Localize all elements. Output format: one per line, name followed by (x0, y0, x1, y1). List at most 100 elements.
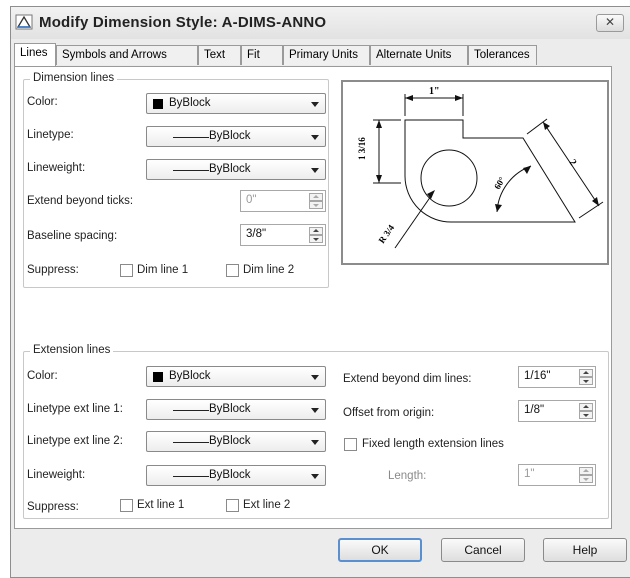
tab-alternate-units[interactable]: Alternate Units (370, 45, 468, 65)
color-swatch (153, 372, 163, 382)
lineweight-select[interactable]: ByBlock (146, 159, 326, 180)
fixed-length-label[interactable]: Fixed length extension lines (362, 438, 504, 450)
baseline-spacing-spinner[interactable]: 3/8" (240, 224, 326, 246)
ext-line-2-label[interactable]: Ext line 2 (243, 499, 290, 511)
tab-tolerances[interactable]: Tolerances (468, 45, 537, 65)
chevron-down-icon (311, 168, 319, 173)
spinner-buttons[interactable] (309, 227, 323, 243)
spin-up-icon[interactable] (309, 227, 323, 235)
group-title: Extension lines (30, 344, 114, 356)
spin-down-icon[interactable] (579, 411, 593, 419)
select-value: ByBlock (169, 370, 211, 382)
linetype-ext-line-2-label: Linetype ext line 2: (27, 435, 123, 447)
select-value: ByBlock (169, 97, 211, 109)
ext-line-1-label[interactable]: Ext line 1 (137, 499, 184, 511)
select-value: ByBlock (209, 469, 251, 481)
select-value: ByBlock (209, 163, 251, 175)
chevron-down-icon (311, 375, 319, 380)
close-button[interactable]: ✕ (596, 14, 624, 32)
linetype-ext-line-1-select[interactable]: ByBlock (146, 399, 326, 420)
ok-button[interactable]: OK (338, 538, 422, 562)
spin-down-icon (579, 475, 593, 483)
linetype-ext-line-1-label: Linetype ext line 1: (27, 403, 123, 415)
dim-line-2-checkbox[interactable] (226, 264, 239, 277)
group-title: Dimension lines (30, 72, 118, 84)
spinner-value: 1/8" (524, 404, 545, 416)
dimension-lines-group: Dimension lines Color: ByBlock Linetype:… (23, 72, 329, 288)
window-title: Modify Dimension Style: A-DIMS-ANNO (39, 14, 327, 31)
line-sample (173, 410, 209, 411)
extend-beyond-ticks-label: Extend beyond ticks: (27, 195, 134, 207)
lines-tab-panel: Dimension lines Color: ByBlock Linetype:… (14, 66, 612, 529)
tab-fit[interactable]: Fit (241, 45, 283, 65)
spin-up-icon (579, 467, 593, 475)
ext-lineweight-label: Lineweight: (27, 469, 86, 481)
spinner-buttons (579, 467, 593, 483)
spinner-value: 3/8" (246, 228, 267, 240)
suppress-label: Suppress: (27, 264, 79, 276)
line-sample (173, 442, 209, 443)
color-select[interactable]: ByBlock (146, 93, 326, 114)
ext-color-label: Color: (27, 370, 58, 382)
tab-lines[interactable]: Lines (14, 43, 56, 66)
spin-up-icon (309, 193, 323, 201)
extend-beyond-ticks-spinner: 0" (240, 190, 326, 212)
dim-left-text: 1 3/16 (357, 137, 367, 160)
lineweight-label: Lineweight: (27, 162, 86, 174)
offset-from-origin-label: Offset from origin: (343, 407, 435, 419)
close-icon: ✕ (604, 15, 616, 29)
dim-angle-text: 60° (492, 175, 507, 191)
extension-lines-group: Extension lines Color: ByBlock Linetype … (23, 344, 609, 519)
linetype-ext-line-2-select[interactable]: ByBlock (146, 431, 326, 452)
tab-symbols-and-arrows[interactable]: Symbols and Arrows (56, 45, 198, 65)
dimension-preview-drawing: 1" 1 3/16 2 60° R 3/4 (357, 86, 604, 249)
ext-color-select[interactable]: ByBlock (146, 366, 326, 387)
cancel-button[interactable]: Cancel (441, 538, 525, 562)
spin-down-icon (309, 201, 323, 209)
spinner-value: 0" (246, 194, 257, 206)
color-swatch (153, 99, 163, 109)
spin-down-icon[interactable] (579, 377, 593, 385)
chevron-down-icon (311, 135, 319, 140)
chevron-down-icon (311, 408, 319, 413)
dim-top-text: 1" (429, 86, 440, 97)
spinner-buttons[interactable] (579, 403, 593, 419)
select-value: ByBlock (209, 130, 251, 142)
extend-beyond-dim-lines-spinner[interactable]: 1/16" (518, 366, 596, 388)
extend-beyond-dim-lines-label: Extend beyond dim lines: (343, 373, 472, 385)
spin-up-icon[interactable] (579, 403, 593, 411)
ext-line-1-checkbox[interactable] (120, 499, 133, 512)
tab-primary-units[interactable]: Primary Units (283, 45, 370, 65)
spinner-value: 1" (524, 468, 535, 480)
offset-from-origin-spinner[interactable]: 1/8" (518, 400, 596, 422)
color-label: Color: (27, 96, 58, 108)
spin-up-icon[interactable] (579, 369, 593, 377)
spinner-value: 1/16" (524, 370, 551, 382)
length-spinner: 1" (518, 464, 596, 486)
spinner-buttons[interactable] (579, 369, 593, 385)
dim-radius-text: R 3/4 (376, 222, 396, 245)
line-sample (173, 170, 209, 171)
length-label: Length: (388, 470, 427, 482)
dimension-style-icon (15, 14, 33, 30)
spin-down-icon[interactable] (309, 235, 323, 243)
linetype-label: Linetype: (27, 129, 74, 141)
dim-line-1-checkbox[interactable] (120, 264, 133, 277)
tab-text[interactable]: Text (198, 45, 241, 65)
line-sample (173, 476, 209, 477)
baseline-spacing-label: Baseline spacing: (27, 230, 118, 242)
chevron-down-icon (311, 474, 319, 479)
fixed-length-checkbox[interactable] (344, 438, 357, 451)
dim-line-1-label[interactable]: Dim line 1 (137, 264, 188, 276)
dim-line-2-label[interactable]: Dim line 2 (243, 264, 294, 276)
title-bar: Modify Dimension Style: A-DIMS-ANNO ✕ (11, 7, 630, 39)
select-value: ByBlock (209, 435, 251, 447)
ext-suppress-label: Suppress: (27, 501, 79, 513)
linetype-select[interactable]: ByBlock (146, 126, 326, 147)
line-sample (173, 137, 209, 138)
help-button[interactable]: Help (543, 538, 627, 562)
ext-line-2-checkbox[interactable] (226, 499, 239, 512)
preview-pane: 1" 1 3/16 2 60° R 3/4 (341, 80, 609, 265)
ext-lineweight-select[interactable]: ByBlock (146, 465, 326, 486)
chevron-down-icon (311, 102, 319, 107)
